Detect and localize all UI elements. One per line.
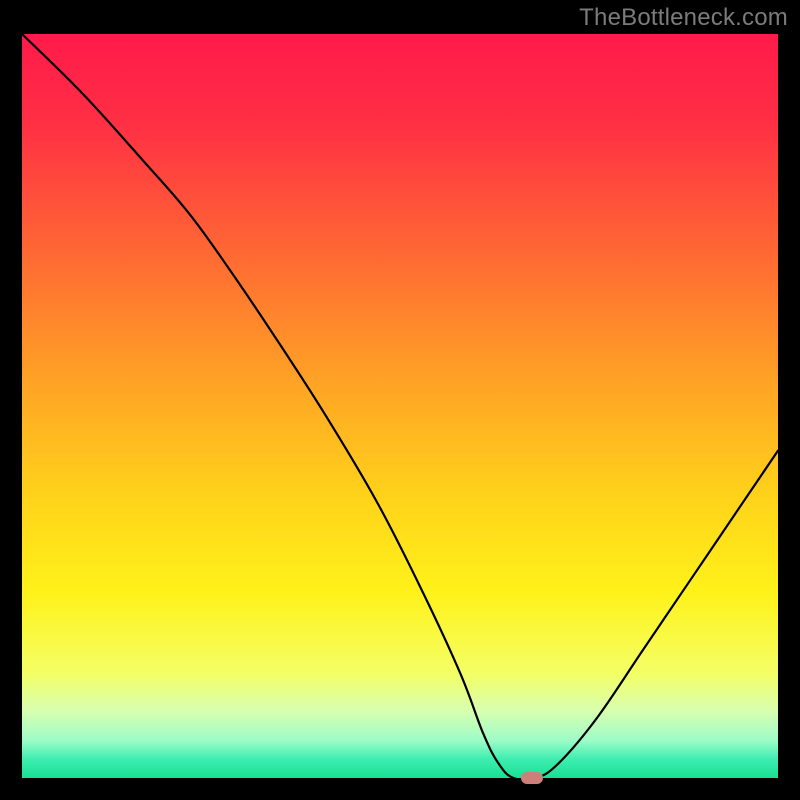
plot-svg bbox=[22, 34, 778, 778]
chart-frame: TheBottleneck.com bbox=[0, 0, 800, 800]
optimal-marker bbox=[521, 772, 543, 784]
watermark-text: TheBottleneck.com bbox=[579, 4, 788, 32]
plot-area bbox=[22, 34, 778, 778]
gradient-background bbox=[22, 34, 778, 778]
